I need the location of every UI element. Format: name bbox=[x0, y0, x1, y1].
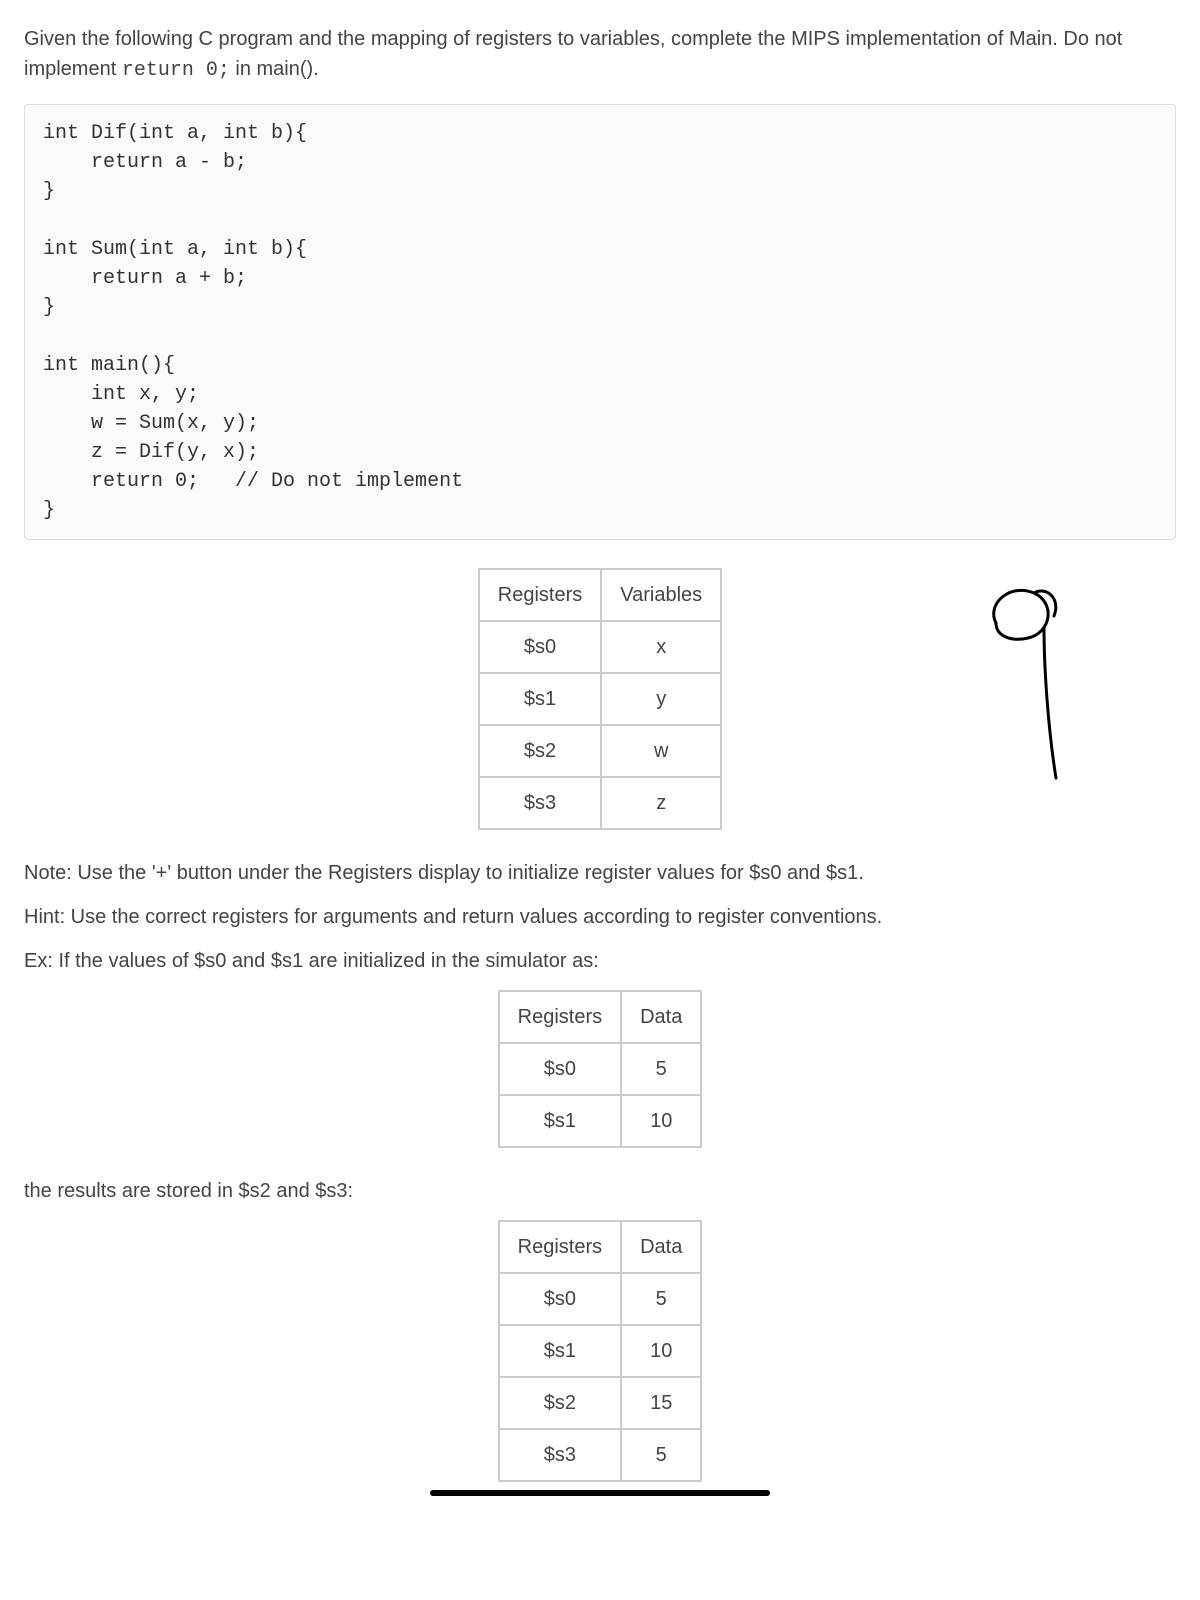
table-row: $s1 y bbox=[479, 673, 721, 725]
table-row: $s3 5 bbox=[499, 1429, 702, 1481]
intro-text: Given the following C program and the ma… bbox=[24, 24, 1176, 86]
table3-header-registers: Registers bbox=[499, 1221, 621, 1273]
note-line: Note: Use the '+' button under the Regis… bbox=[24, 858, 1176, 888]
results-label-section: the results are stored in $s2 and $s3: bbox=[24, 1176, 1176, 1206]
intro-code: return 0; bbox=[122, 59, 230, 82]
table-row: $s1 10 bbox=[499, 1095, 702, 1147]
result-registers-table: Registers Data $s0 5 $s1 10 $s2 15 $s3 5 bbox=[498, 1220, 703, 1482]
register-variable-table-wrap: Registers Variables $s0 x $s1 y $s2 w $s… bbox=[24, 568, 1176, 830]
table-row: $s0 5 bbox=[499, 1043, 702, 1095]
table-row: $s2 w bbox=[479, 725, 721, 777]
table3-header-data: Data bbox=[621, 1221, 701, 1273]
table-row: $s0 5 bbox=[499, 1273, 702, 1325]
intro-part2: in main(). bbox=[230, 58, 319, 80]
handwritten-scribble-icon bbox=[956, 568, 1116, 788]
table1-header-variables: Variables bbox=[601, 569, 721, 621]
notes-section: Note: Use the '+' button under the Regis… bbox=[24, 858, 1176, 976]
code-block: int Dif(int a, int b){ return a - b; } i… bbox=[24, 104, 1176, 540]
initial-registers-table-wrap: Registers Data $s0 5 $s1 10 bbox=[24, 990, 1176, 1148]
table-row: $s3 z bbox=[479, 777, 721, 829]
bottom-handle-bar bbox=[430, 1490, 770, 1496]
result-registers-table-wrap: Registers Data $s0 5 $s1 10 $s2 15 $s3 5 bbox=[24, 1220, 1176, 1482]
example-line: Ex: If the values of $s0 and $s1 are ini… bbox=[24, 946, 1176, 976]
initial-registers-table: Registers Data $s0 5 $s1 10 bbox=[498, 990, 703, 1148]
table1-header-registers: Registers bbox=[479, 569, 601, 621]
table-row: $s1 10 bbox=[499, 1325, 702, 1377]
results-label: the results are stored in $s2 and $s3: bbox=[24, 1176, 1176, 1206]
hint-line: Hint: Use the correct registers for argu… bbox=[24, 902, 1176, 932]
table-row: $s0 x bbox=[479, 621, 721, 673]
register-variable-table: Registers Variables $s0 x $s1 y $s2 w $s… bbox=[478, 568, 722, 830]
table2-header-data: Data bbox=[621, 991, 701, 1043]
table-row: $s2 15 bbox=[499, 1377, 702, 1429]
table2-header-registers: Registers bbox=[499, 991, 621, 1043]
